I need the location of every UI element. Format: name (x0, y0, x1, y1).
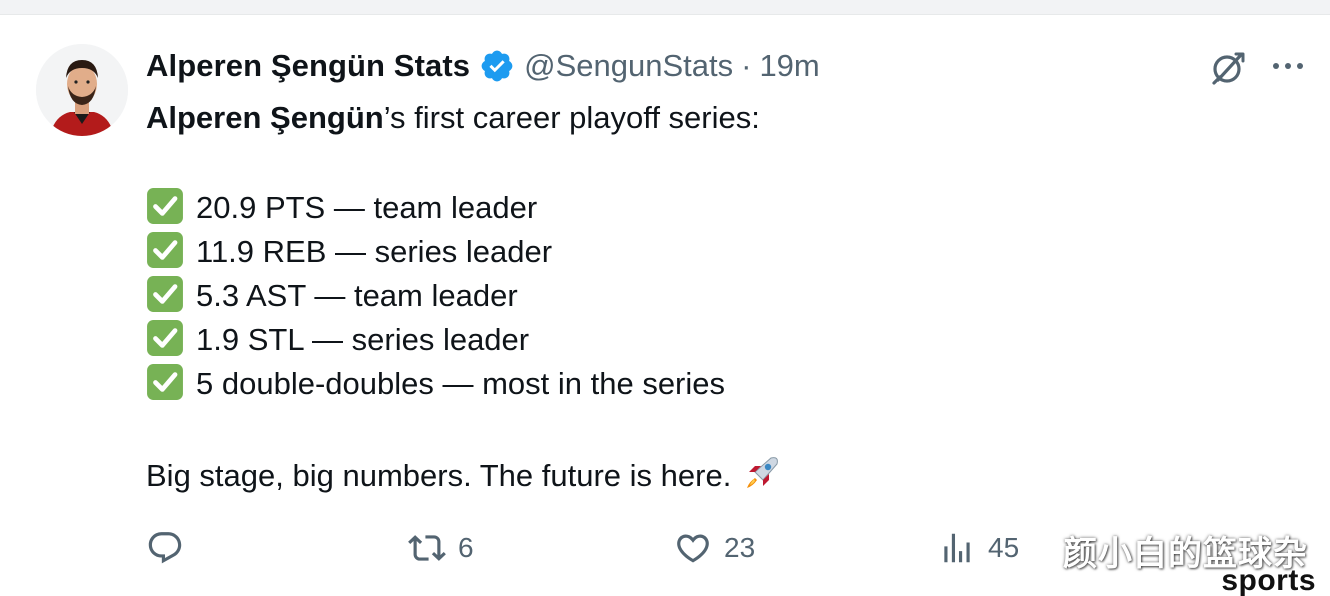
check-mark-button-icon (146, 275, 184, 313)
stat-text: 1.9 STL — series leader (196, 322, 530, 357)
retweet-icon (408, 535, 446, 561)
author-handle[interactable]: @SengunStats (524, 48, 733, 84)
check-mark-button-icon (146, 187, 184, 225)
stat-text: 20.9 PTS — team leader (196, 190, 538, 225)
avatar[interactable] (36, 44, 128, 136)
meta-separator: · (741, 48, 752, 83)
player-avatar-icon (36, 44, 128, 136)
tweet-action-bar: 6 23 45 (146, 526, 1246, 570)
tweet-header: Alperen Şengün Stats @SengunStats · 19m (146, 46, 820, 86)
retweet-count: 6 (458, 532, 474, 563)
closing-text: Big stage, big numbers. The future is he… (146, 458, 732, 493)
top-separator (0, 0, 1330, 15)
author-display-name[interactable]: Alperen Şengün Stats (146, 48, 470, 84)
reply-icon (148, 532, 182, 564)
check-mark-button-icon (146, 363, 184, 401)
reply-button[interactable] (146, 526, 196, 570)
heart-icon (677, 534, 709, 563)
intro-rest: ’s first career playoff series: (383, 100, 760, 135)
verified-badge-icon[interactable] (479, 48, 515, 84)
stat-text: 5.3 AST — team leader (196, 278, 518, 313)
rocket-icon (741, 452, 783, 494)
like-count: 23 (724, 532, 756, 563)
stat-text: 5 double-doubles — most in the series (196, 366, 726, 401)
intro-line: Alperen Şengün’s first career playoff se… (146, 96, 1226, 140)
stat-line: 5 double-doubles — most in the series (146, 362, 1226, 406)
more-options-icon[interactable] (1268, 54, 1308, 78)
stat-line: 11.9 REB — series leader (146, 230, 1226, 274)
tweet-timestamp[interactable]: 19m (759, 48, 819, 84)
check-mark-button-icon (146, 231, 184, 269)
stat-line: 5.3 AST — team leader (146, 274, 1226, 318)
stat-line: 20.9 PTS — team leader (146, 186, 1226, 230)
views-button[interactable]: 45 (938, 526, 1019, 570)
tweet-text: Alperen Şengün’s first career playoff se… (146, 96, 1226, 496)
stat-line: 1.9 STL — series leader (146, 318, 1226, 362)
stat-text: 11.9 REB — series leader (196, 234, 553, 269)
mention-name: Alperen Şengün (146, 100, 384, 135)
check-mark-button-icon (146, 319, 184, 357)
closing-line: Big stage, big numbers. The future is he… (146, 452, 1226, 496)
like-button[interactable]: 23 (674, 526, 755, 570)
views-chart-icon (944, 533, 970, 563)
grok-icon[interactable] (1208, 46, 1250, 88)
views-count: 45 (988, 532, 1020, 563)
retweet-button[interactable]: 6 (408, 526, 474, 570)
